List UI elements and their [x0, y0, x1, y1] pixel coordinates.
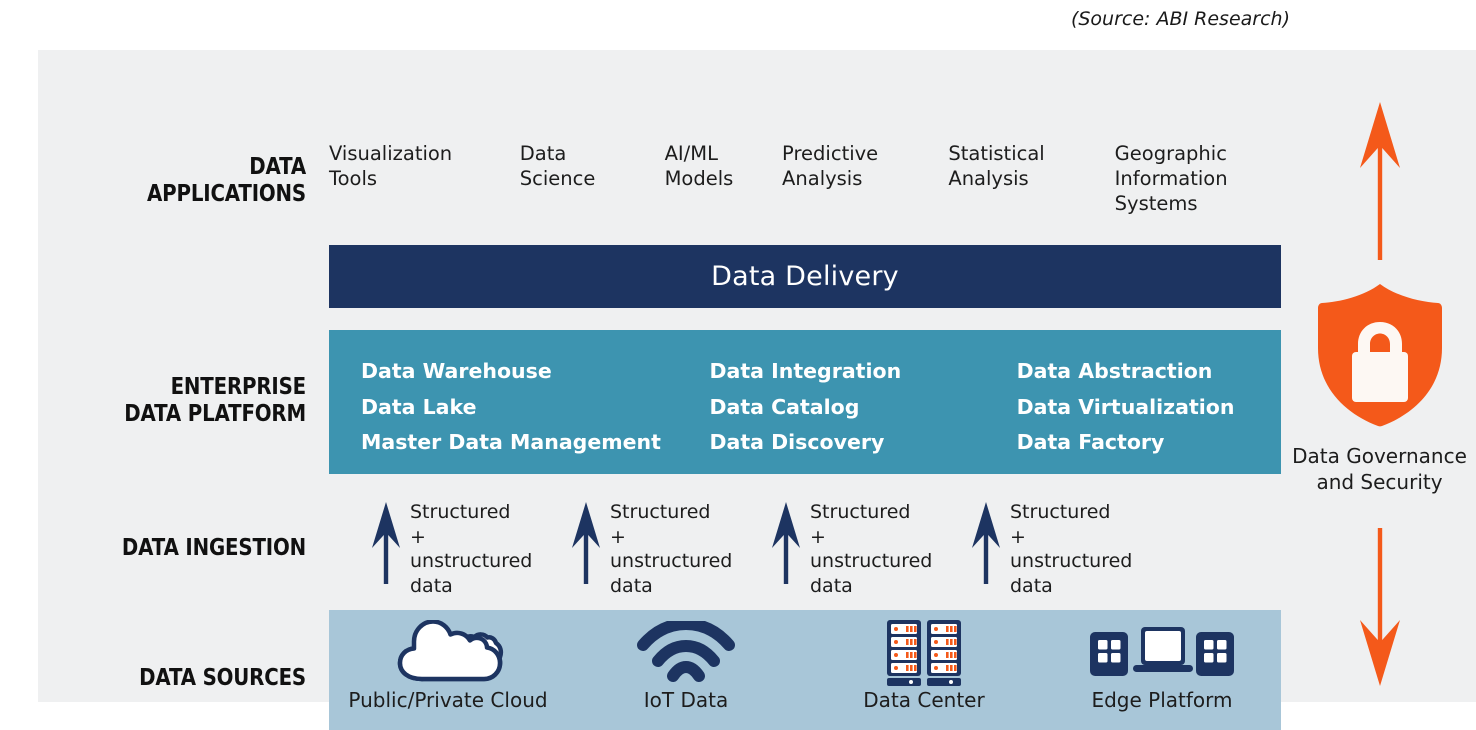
application-item-line-2: Analysis [782, 166, 863, 190]
arrow-up-icon [371, 502, 401, 589]
platform-column-1: Data Warehouse Data Lake Master Data Man… [329, 354, 678, 474]
application-item-line-2: Science [519, 166, 596, 190]
application-item-ai-ml-models: AI/ML Models [665, 142, 782, 217]
arrow-up-icon [1358, 102, 1402, 265]
enterprise-data-platform-block: Data Warehouse Data Lake Master Data Man… [329, 330, 1281, 474]
ingestion-text-line-3: data [810, 575, 853, 598]
platform-item: Data Lake [361, 394, 477, 419]
edge-devices-icon [1089, 618, 1235, 686]
application-item-line-1: Data [519, 142, 567, 165]
application-item-geographic-information-systems: Geographic Information Systems [1115, 142, 1281, 217]
application-item-visualization-tools: Visualization Tools [329, 142, 520, 217]
ingestion-text-line-3: data [410, 575, 453, 598]
governance-label-line-1: Data Governance [1292, 444, 1467, 468]
ingestion-item-text: Structured + unstructured data [1010, 500, 1132, 599]
platform-item: Data Discovery [709, 430, 885, 455]
data-source-label: Public/Private Cloud [348, 688, 548, 712]
ingestion-text-line-2: unstructured [810, 550, 933, 573]
ingestion-item-3: Structured + unstructured data [729, 490, 932, 608]
data-source-data-center: Data Center [805, 610, 1043, 730]
data-applications-list: Visualization Tools Data Science AI/ML M… [329, 142, 1281, 217]
wifi-icon [637, 618, 735, 686]
application-item-line-1: Visualization [329, 142, 453, 165]
platform-item: Data Catalog [709, 394, 860, 419]
platform-column-2: Data Integration Data Catalog Data Disco… [678, 354, 985, 474]
row-label-line-1: DATA [249, 154, 306, 180]
ingestion-text-line-2: unstructured [610, 550, 733, 573]
data-ingestion-row: Structured + unstructured data Structure… [329, 490, 1281, 608]
shield-lock-icon [1312, 282, 1448, 433]
ingestion-item-text: Structured + unstructured data [610, 500, 732, 599]
row-label-line-1: DATA INGESTION [121, 535, 307, 561]
platform-item: Data Virtualization [1016, 394, 1235, 419]
data-source-public-private-cloud: Public/Private Cloud [329, 610, 567, 730]
ingestion-item-text: Structured + unstructured data [810, 500, 932, 599]
data-governance-column: Data Governance and Security [1283, 50, 1476, 702]
data-source-iot-data: IoT Data [567, 610, 805, 730]
ingestion-text-line-2: unstructured [410, 550, 533, 573]
ingestion-text-line-1: Structured + [610, 501, 711, 548]
data-source-label: IoT Data [643, 688, 729, 712]
data-source-edge-platform: Edge Platform [1043, 610, 1281, 730]
application-item-line-3: Systems [1114, 191, 1198, 215]
row-label-line-1: ENTERPRISE [170, 374, 307, 400]
platform-item: Master Data Management [361, 430, 661, 455]
application-item-data-science: Data Science [520, 142, 665, 217]
arrow-down-icon [1358, 528, 1402, 691]
row-label-data-ingestion: DATA INGESTION [76, 535, 306, 562]
application-item-line-2: Models [664, 166, 734, 190]
ingestion-text-line-1: Structured + [810, 501, 911, 548]
arrow-up-icon [971, 502, 1001, 589]
data-source-label: Data Center [863, 688, 985, 712]
ingestion-text-line-1: Structured + [410, 501, 511, 548]
governance-label-line-2: and Security [1316, 469, 1443, 494]
arrow-up-icon [571, 502, 601, 589]
row-label-data-sources: DATA SOURCES [76, 665, 306, 692]
data-governance-label: Data Governance and Security [1283, 444, 1476, 495]
row-label-enterprise-data-platform: ENTERPRISE DATA PLATFORM [76, 374, 306, 428]
application-item-line-2: Information [1114, 166, 1228, 190]
application-item-line-1: AI/ML [664, 142, 718, 165]
data-delivery-title: Data Delivery [711, 261, 899, 292]
data-delivery-bar: Data Delivery [329, 245, 1281, 308]
data-sources-band: Public/Private Cloud IoT Data Data Cente… [329, 610, 1281, 730]
ingestion-item-2: Structured + unstructured data [529, 490, 732, 608]
ingestion-text-line-3: data [610, 575, 653, 598]
ingestion-text-line-1: Structured + [1010, 501, 1111, 548]
application-item-statistical-analysis: Statistical Analysis [948, 142, 1114, 217]
row-label-data-applications: DATA APPLICATIONS [76, 154, 306, 208]
data-source-label: Edge Platform [1091, 688, 1233, 712]
server-rack-icon [885, 618, 963, 686]
ingestion-item-4: Structured + unstructured data [929, 490, 1132, 608]
application-item-line-1: Statistical [948, 142, 1045, 165]
diagram-panel: DATA APPLICATIONS Visualization Tools Da… [38, 50, 1476, 730]
row-label-line-1: DATA SOURCES [139, 665, 306, 691]
platform-item: Data Abstraction [1016, 359, 1213, 383]
ingestion-text-line-2: unstructured [1010, 550, 1133, 573]
application-item-predictive-analysis: Predictive Analysis [782, 142, 948, 217]
row-label-line-2: DATA PLATFORM [124, 400, 307, 427]
platform-item: Data Factory [1016, 430, 1165, 455]
application-item-line-1: Geographic [1114, 142, 1227, 165]
application-item-line-2: Tools [329, 166, 378, 190]
source-credit: (Source: ABI Research) [1070, 8, 1290, 30]
ingestion-item-1: Structured + unstructured data [329, 490, 532, 608]
ingestion-item-text: Structured + unstructured data [410, 500, 532, 599]
application-item-line-1: Predictive [782, 142, 879, 165]
row-label-line-2: APPLICATIONS [147, 180, 306, 207]
cloud-icon [392, 618, 504, 686]
platform-item: Data Warehouse [361, 359, 552, 383]
platform-item: Data Integration [709, 359, 902, 383]
application-item-line-2: Analysis [948, 166, 1029, 190]
platform-column-3: Data Abstraction Data Virtualization Dat… [985, 354, 1281, 474]
arrow-up-icon [771, 502, 801, 589]
ingestion-text-line-3: data [1010, 575, 1053, 598]
